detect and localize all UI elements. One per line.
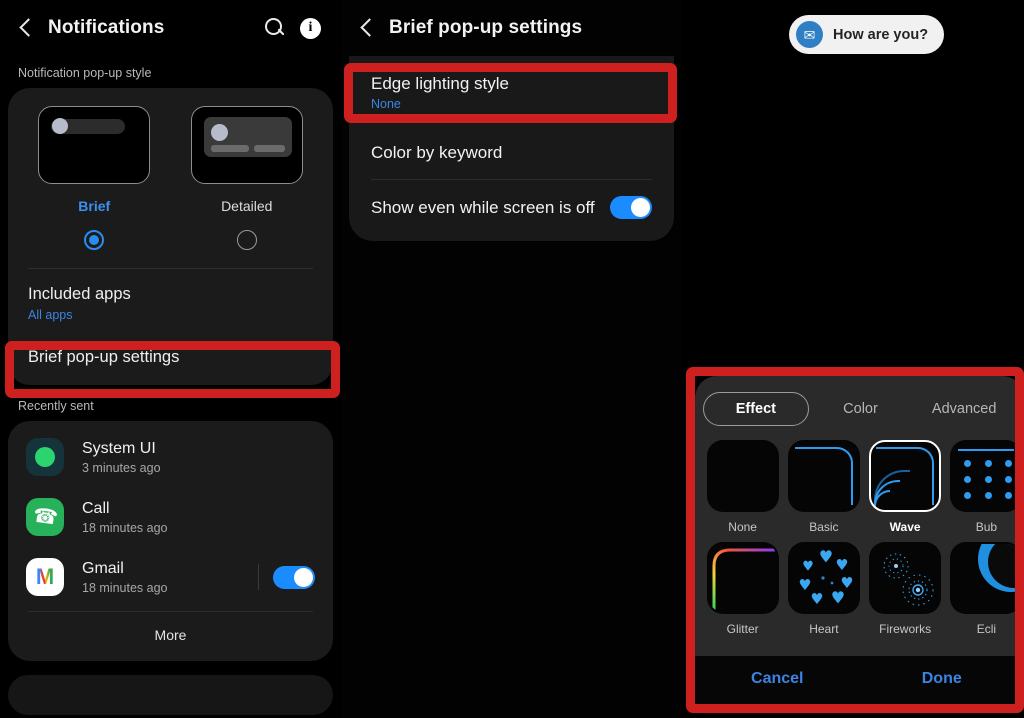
effect-label: Bub xyxy=(975,520,998,534)
effect-label: None xyxy=(728,520,757,534)
left-appbar: Notifications i xyxy=(0,0,341,56)
effect-option-bubble[interactable]: Bub xyxy=(949,440,1024,534)
tab-color[interactable]: Color xyxy=(809,393,913,425)
call-icon: ☎ xyxy=(26,498,64,536)
effect-thumb-basic xyxy=(787,440,860,512)
show-while-screen-off-toggle[interactable] xyxy=(610,196,652,219)
radio-brief[interactable] xyxy=(84,230,105,250)
edge-lighting-effects-sheet: Effect Color Advanced None Basic Wave Bu… xyxy=(695,376,1024,704)
popup-style-section-label: Notification pop-up style xyxy=(18,66,152,80)
effect-thumb-bubble xyxy=(950,440,1023,512)
recently-sent-section-label: Recently sent xyxy=(18,399,94,413)
fireworks-art-icon xyxy=(883,553,934,606)
list-item-time: 18 minutes ago xyxy=(82,520,168,535)
effect-label: Basic xyxy=(809,520,839,534)
mail-icon: ✉ xyxy=(796,21,823,48)
included-apps-title: Included apps xyxy=(28,285,131,303)
list-item-name: Gmail xyxy=(82,559,124,577)
effect-option-none[interactable]: None xyxy=(705,440,780,534)
effect-thumb-fireworks xyxy=(869,542,942,614)
included-apps-value: All apps xyxy=(28,308,73,322)
gmail-toggle[interactable] xyxy=(273,565,315,589)
style-option-detailed-label: Detailed xyxy=(221,198,273,214)
effect-option-heart[interactable]: Heart xyxy=(786,542,861,636)
effect-label: Wave xyxy=(889,520,921,534)
style-option-detailed[interactable]: Detailed xyxy=(171,106,324,250)
heart-art-icon xyxy=(799,550,853,604)
table-row[interactable]: M Gmail 18 minutes ago xyxy=(8,547,333,607)
style-option-brief-label: Brief xyxy=(78,198,111,214)
list-item-name: Call xyxy=(82,499,110,517)
show-while-screen-off-row[interactable]: Show even while screen is off xyxy=(349,180,674,237)
brief-popup-settings-panel: Brief pop-up settings Edge lighting styl… xyxy=(341,0,682,718)
table-row[interactable]: System UI 3 minutes ago xyxy=(8,427,333,487)
brief-popup-options-card: Edge lighting style None Color by keywor… xyxy=(349,56,674,241)
system-ui-icon xyxy=(26,438,64,476)
radio-detailed[interactable] xyxy=(236,230,257,250)
more-button[interactable]: More xyxy=(8,612,333,661)
effect-label: Glitter xyxy=(726,622,759,636)
list-item-name: System UI xyxy=(82,439,156,457)
detailed-preview-thumbnail xyxy=(190,106,303,184)
popup-style-card: Brief Detailed Included apps All apps Br… xyxy=(8,88,333,385)
brief-preview-thumbnail xyxy=(38,106,151,184)
effect-thumb-none xyxy=(706,440,779,512)
notification-preview-text: How are you? xyxy=(833,26,929,43)
recently-sent-card: System UI 3 minutes ago ☎ Call 18 minute… xyxy=(8,421,333,661)
done-button[interactable]: Done xyxy=(860,670,1024,688)
effect-label: Fireworks xyxy=(879,622,932,636)
effect-option-basic[interactable]: Basic xyxy=(786,440,861,534)
style-option-brief[interactable]: Brief xyxy=(18,106,171,250)
glitter-art-icon xyxy=(712,548,775,610)
effect-label: Ecli xyxy=(976,622,997,636)
back-chevron-icon[interactable] xyxy=(12,13,42,43)
mid-page-title: Brief pop-up settings xyxy=(389,17,583,38)
tab-effect[interactable]: Effect xyxy=(703,392,809,426)
notifications-settings-panel: Notifications i Notification pop-up styl… xyxy=(0,0,341,718)
list-item-time: 3 minutes ago xyxy=(82,460,161,475)
sheet-action-bar: Cancel Done xyxy=(695,656,1024,704)
effect-thumb-wave xyxy=(869,440,942,512)
edge-lighting-style-title: Edge lighting style xyxy=(371,74,509,93)
popup-style-options: Brief Detailed xyxy=(8,88,333,250)
screenshot-root: Notifications i Notification pop-up styl… xyxy=(0,0,1024,718)
show-while-screen-off-title: Show even while screen is off xyxy=(371,197,595,217)
brief-popup-settings-title: Brief pop-up settings xyxy=(28,348,180,366)
search-icon[interactable] xyxy=(264,17,286,39)
appbar-actions: i xyxy=(264,17,341,39)
effect-thumb-glitter xyxy=(706,542,779,614)
color-by-keyword-row[interactable]: Color by keyword xyxy=(349,125,674,179)
table-row[interactable]: ☎ Call 18 minutes ago xyxy=(8,487,333,547)
effect-thumb-eclipse xyxy=(950,542,1023,614)
cancel-button[interactable]: Cancel xyxy=(695,670,860,688)
list-item-time: 18 minutes ago xyxy=(82,580,168,595)
gmail-icon: M xyxy=(26,558,64,596)
info-icon[interactable]: i xyxy=(300,17,321,39)
edge-lighting-style-row[interactable]: Edge lighting style None xyxy=(349,56,674,125)
notification-preview-pill: ✉ How are you? xyxy=(789,15,945,54)
effects-grid: None Basic Wave Bub Glitter Heart Firewo… xyxy=(695,434,1024,636)
next-card-stub xyxy=(8,675,333,715)
effect-option-fireworks[interactable]: Fireworks xyxy=(868,542,943,636)
edge-lighting-style-value: None xyxy=(371,97,401,111)
included-apps-row[interactable]: Included apps All apps xyxy=(8,269,333,336)
brief-popup-settings-row[interactable]: Brief pop-up settings xyxy=(8,336,333,385)
row-separator xyxy=(258,564,259,590)
effect-option-eclipse[interactable]: Ecli xyxy=(949,542,1024,636)
color-by-keyword-title: Color by keyword xyxy=(371,143,503,162)
effect-label: Heart xyxy=(809,622,839,636)
back-chevron-icon[interactable] xyxy=(353,13,383,43)
mid-appbar: Brief pop-up settings xyxy=(341,0,682,56)
effect-option-glitter[interactable]: Glitter xyxy=(705,542,780,636)
effects-tabs: Effect Color Advanced xyxy=(695,376,1024,434)
effect-option-wave[interactable]: Wave xyxy=(868,440,943,534)
effect-thumb-heart xyxy=(787,542,860,614)
page-title: Notifications xyxy=(48,17,165,38)
tab-advanced[interactable]: Advanced xyxy=(912,393,1016,425)
